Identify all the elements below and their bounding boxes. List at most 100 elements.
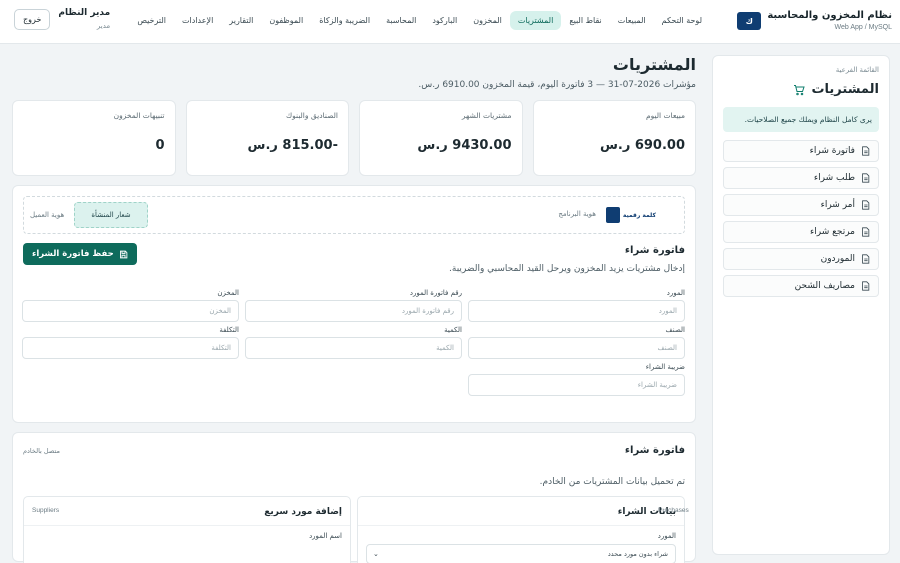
document-icon <box>862 173 870 183</box>
program-logo: كلمة رقمية <box>602 206 656 224</box>
suppliers-subpanel: إضافة مورد سريع Suppliers اسم المورد <box>23 496 351 563</box>
user-area: مدير النظام مدير خروج <box>14 8 110 30</box>
user-role: مدير <box>96 22 111 30</box>
stat-card-stock-alerts: تنبيهات المخزون 0 <box>12 100 176 176</box>
sidebar-item-purchase-order[interactable]: أمر شراء <box>723 194 879 216</box>
select-value: شراء بدون مورد محدد <box>607 550 668 558</box>
sidebar-item-suppliers[interactable]: الموردون <box>723 248 879 270</box>
field-warehouse: المخزن المخزن <box>22 289 239 322</box>
field-label: الصنف <box>665 326 685 334</box>
field-label: التكلفة <box>219 326 239 334</box>
warehouse-input[interactable]: المخزن <box>22 300 239 322</box>
sidebar-item-label: الموردون <box>820 254 855 264</box>
top-bar: نظام المخزون والمحاسبة Web App / MySQL ك… <box>0 0 900 44</box>
stat-card-month-purchases: مشتريات الشهر 9430.00 ر.س <box>359 100 523 176</box>
document-icon <box>862 281 870 291</box>
field-label: الكمية <box>444 326 462 334</box>
field-supplier-invoice-no: رقم فاتورة المورد رقم فاتورة المورد <box>245 289 462 322</box>
nav-dashboard[interactable]: لوحة التحكم <box>654 11 710 30</box>
stat-value: -815.00 ر.س <box>247 138 338 153</box>
sidebar-item-label: طلب شراء <box>813 173 855 183</box>
identity-bar: كلمة رقمية هوية البرنامج شعار المنشأة هو… <box>23 196 685 234</box>
field-cost: التكلفة التكلفة <box>22 326 239 359</box>
nav-barcode[interactable]: الباركود <box>424 11 465 30</box>
main-nav: لوحة التحكم المبيعات نقاط البيع المشتريا… <box>129 11 710 30</box>
field-supplier: المورد المورد <box>468 289 685 322</box>
nav-reports[interactable]: التقارير <box>221 11 261 30</box>
nav-inventory[interactable]: المخزون <box>465 11 510 30</box>
program-identity-label: هوية البرنامج <box>558 210 596 218</box>
sidebar-item-label: مصاريف الشحن <box>794 281 855 291</box>
purchases-subpanel: بيانات الشراء Purchases المورد شراء بدون… <box>357 496 689 563</box>
nav-tax-zakat[interactable]: الضريبة والزكاة <box>311 11 378 30</box>
invoice-panel: كلمة رقمية هوية البرنامج شعار المنشأة هو… <box>12 185 696 423</box>
nav-purchases[interactable]: المشتريات <box>509 11 562 30</box>
app-logo: ك <box>737 12 762 30</box>
cart-icon <box>794 84 806 95</box>
stat-label: مبيعات اليوم <box>645 111 685 120</box>
user-name: مدير النظام <box>58 8 111 18</box>
sidebar-title: المشتريات <box>723 82 879 97</box>
program-logo-text: كلمة رقمية <box>622 211 656 219</box>
cost-input[interactable]: التكلفة <box>22 337 239 359</box>
nav-license[interactable]: الترخيص <box>129 11 174 30</box>
supplier-input[interactable]: المورد <box>468 300 685 322</box>
nav-accounting[interactable]: المحاسبة <box>378 11 424 30</box>
client-identity-label: هوية العميل <box>30 211 65 219</box>
stat-value: 690.00 ر.س <box>599 138 685 153</box>
field-item: الصنف الصنف <box>468 326 685 359</box>
quantity-input[interactable]: الكمية <box>245 337 462 359</box>
document-icon <box>862 227 870 237</box>
sidebar-item-purchase-request[interactable]: طلب شراء <box>723 167 879 189</box>
nav-employees[interactable]: الموظفون <box>261 11 311 30</box>
invoice-header: فاتورة شراء إدخال مشتريات يزيد المخزون و… <box>23 243 685 283</box>
purchase-tax-input[interactable]: ضريبة الشراء <box>468 374 685 396</box>
document-icon <box>862 254 870 264</box>
chevron-down-icon: ⌄ <box>373 550 379 558</box>
stat-value: 0 <box>155 138 165 153</box>
stat-label: مشتريات الشهر <box>461 111 512 120</box>
stat-card-cash-banks: الصناديق والبنوك -815.00 ر.س <box>185 100 349 176</box>
sidebar-item-purchase-invoice[interactable]: فاتورة شراء <box>723 140 879 162</box>
field-label: المخزن <box>217 289 239 297</box>
invoice-title: فاتورة شراء <box>624 245 685 256</box>
suppliers-title: إضافة مورد سريع <box>264 507 342 517</box>
page-title: المشتريات <box>612 55 696 74</box>
purchases-supplier-select[interactable]: شراء بدون مورد محدد ⌄ <box>366 544 676 563</box>
field-purchase-tax: ضريبة الشراء ضريبة الشراء <box>468 363 685 396</box>
save-invoice-button[interactable]: حفظ فاتورة الشراء <box>23 243 137 265</box>
field-label: المورد <box>666 289 685 297</box>
data-panel-title: فاتورة شراء <box>624 445 685 456</box>
document-icon <box>862 200 870 210</box>
data-panel-description: تم تحميل بيانات المشتريات من الخادم. <box>539 477 685 487</box>
purchases-supplier-label: المورد <box>657 532 676 540</box>
nav-settings[interactable]: الإعدادات <box>174 11 221 30</box>
suppliers-tag: Suppliers <box>32 507 60 514</box>
company-slogan-slot[interactable]: شعار المنشأة <box>74 202 148 228</box>
sidebar-item-purchase-return[interactable]: مرتجع شراء <box>723 221 879 243</box>
page-meta: مؤشرات 2026-07-31 — 3 فاتورة اليوم، قيمة… <box>418 80 696 90</box>
logout-button[interactable]: خروج <box>14 8 51 30</box>
sidebar-title-text: المشتريات <box>811 82 879 97</box>
save-invoice-label: حفظ فاتورة الشراء <box>32 249 114 259</box>
sidebar-item-shipping-costs[interactable]: مصاريف الشحن <box>723 275 879 297</box>
item-input[interactable]: الصنف <box>468 337 685 359</box>
invoice-fields: المورد المورد رقم فاتورة المورد رقم فاتو… <box>22 289 685 396</box>
app-brand[interactable]: نظام المخزون والمحاسبة Web App / MySQL ك <box>737 10 892 31</box>
sidebar: القائمة الفرعية المشتريات يرى كامل النظا… <box>712 55 890 555</box>
permissions-note: يرى كامل النظام ويملك جميع الصلاحيات. <box>723 107 879 132</box>
supplier-invoice-number-input[interactable]: رقم فاتورة المورد <box>245 300 462 322</box>
stat-label: تنبيهات المخزون <box>113 111 165 120</box>
nav-pos[interactable]: نقاط البيع <box>561 11 609 30</box>
invoice-description: إدخال مشتريات يزيد المخزون ويرحل القيد ا… <box>449 264 685 274</box>
field-label: ضريبة الشراء <box>645 363 685 371</box>
sidebar-item-label: أمر شراء <box>820 200 855 210</box>
stat-value: 9430.00 ر.س <box>417 138 512 153</box>
sidebar-list: فاتورة شراء طلب شراء أمر شراء مرتجع شراء… <box>723 140 879 297</box>
nav-sales[interactable]: المبيعات <box>610 11 654 30</box>
supplier-name-label: اسم المورد <box>309 532 342 540</box>
sidebar-caption: القائمة الفرعية <box>835 66 879 74</box>
purchases-tag: Purchases <box>658 507 689 514</box>
main-content: المشتريات مؤشرات 2026-07-31 — 3 فاتورة ا… <box>12 55 696 563</box>
field-label: رقم فاتورة المورد <box>409 289 462 297</box>
